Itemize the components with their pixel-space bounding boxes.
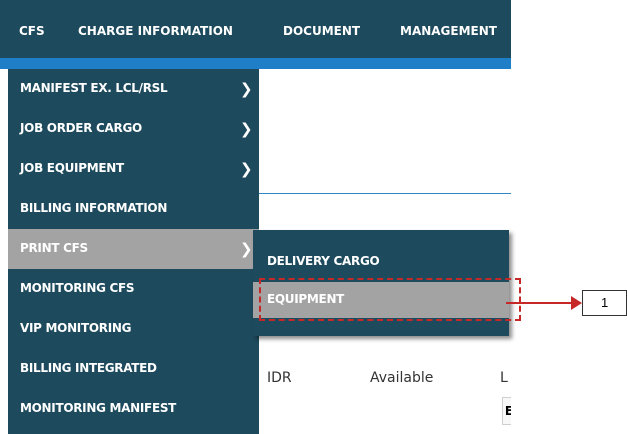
column-label-cell: L bbox=[500, 370, 508, 386]
currency-cell: IDR bbox=[267, 370, 292, 386]
chevron-right-icon: ❯ bbox=[240, 80, 253, 98]
nav-cfs[interactable]: CFS bbox=[19, 21, 45, 41]
chevron-right-icon: ❯ bbox=[240, 120, 253, 138]
menu-item-job-order-cargo[interactable]: JOB ORDER CARGO ❯ bbox=[8, 109, 259, 149]
menu-item-label: PRINT CFS bbox=[20, 241, 88, 255]
chevron-right-icon: ❯ bbox=[240, 160, 253, 178]
menu-item-manifest-ex-lcl-rsl[interactable]: MANIFEST EX. LCL/RSL ❯ bbox=[8, 69, 259, 109]
top-nav-bar: CFS CHARGE INFORMATION DOCUMENT MANAGEME… bbox=[0, 0, 511, 58]
menu-item-monitoring-cfs[interactable]: MONITORING CFS bbox=[8, 269, 259, 309]
nav-accent-strip bbox=[0, 58, 511, 69]
menu-item-label: MONITORING CFS bbox=[20, 281, 135, 295]
menu-item-billing-integrated[interactable]: BILLING INTEGRATED bbox=[8, 349, 259, 389]
highlight-box bbox=[259, 278, 521, 321]
menu-item-label: JOB ORDER CARGO bbox=[20, 121, 142, 135]
submenu-item-label: DELIVERY CARGO bbox=[267, 254, 380, 268]
menu-item-label: JOB EQUIPMENT bbox=[20, 161, 124, 175]
status-cell: Available bbox=[370, 370, 434, 386]
arrow-right-icon bbox=[571, 296, 582, 310]
menu-item-label: MONITORING MANIFEST bbox=[20, 401, 177, 415]
submenu-item-delivery-cargo[interactable]: DELIVERY CARGO bbox=[253, 244, 509, 280]
callout-label: 1 bbox=[582, 290, 627, 316]
menu-item-billing-information[interactable]: BILLING INFORMATION bbox=[8, 189, 259, 229]
menu-item-print-cfs[interactable]: PRINT CFS ❯ bbox=[8, 229, 259, 269]
menu-item-label: BILLING INFORMATION bbox=[20, 201, 168, 215]
cfs-dropdown-menu: MANIFEST EX. LCL/RSL ❯ JOB ORDER CARGO ❯… bbox=[8, 69, 259, 434]
chevron-right-icon: ❯ bbox=[240, 240, 253, 258]
menu-item-label: MANIFEST EX. LCL/RSL bbox=[20, 81, 168, 95]
screenshot-margin bbox=[511, 0, 627, 434]
menu-item-vip-monitoring[interactable]: VIP MONITORING bbox=[8, 309, 259, 349]
nav-management[interactable]: MANAGEMENT bbox=[400, 21, 497, 41]
nav-document[interactable]: DOCUMENT bbox=[283, 21, 360, 41]
menu-item-label: VIP MONITORING bbox=[20, 321, 132, 335]
menu-item-job-equipment[interactable]: JOB EQUIPMENT ❯ bbox=[8, 149, 259, 189]
callout-arrow-line bbox=[506, 302, 576, 304]
menu-item-monitoring-manifest[interactable]: MONITORING MANIFEST bbox=[8, 389, 259, 429]
content-divider bbox=[259, 193, 511, 194]
nav-charge-information[interactable]: CHARGE INFORMATION bbox=[78, 21, 233, 41]
menu-item-label: BILLING INTEGRATED bbox=[20, 361, 157, 375]
